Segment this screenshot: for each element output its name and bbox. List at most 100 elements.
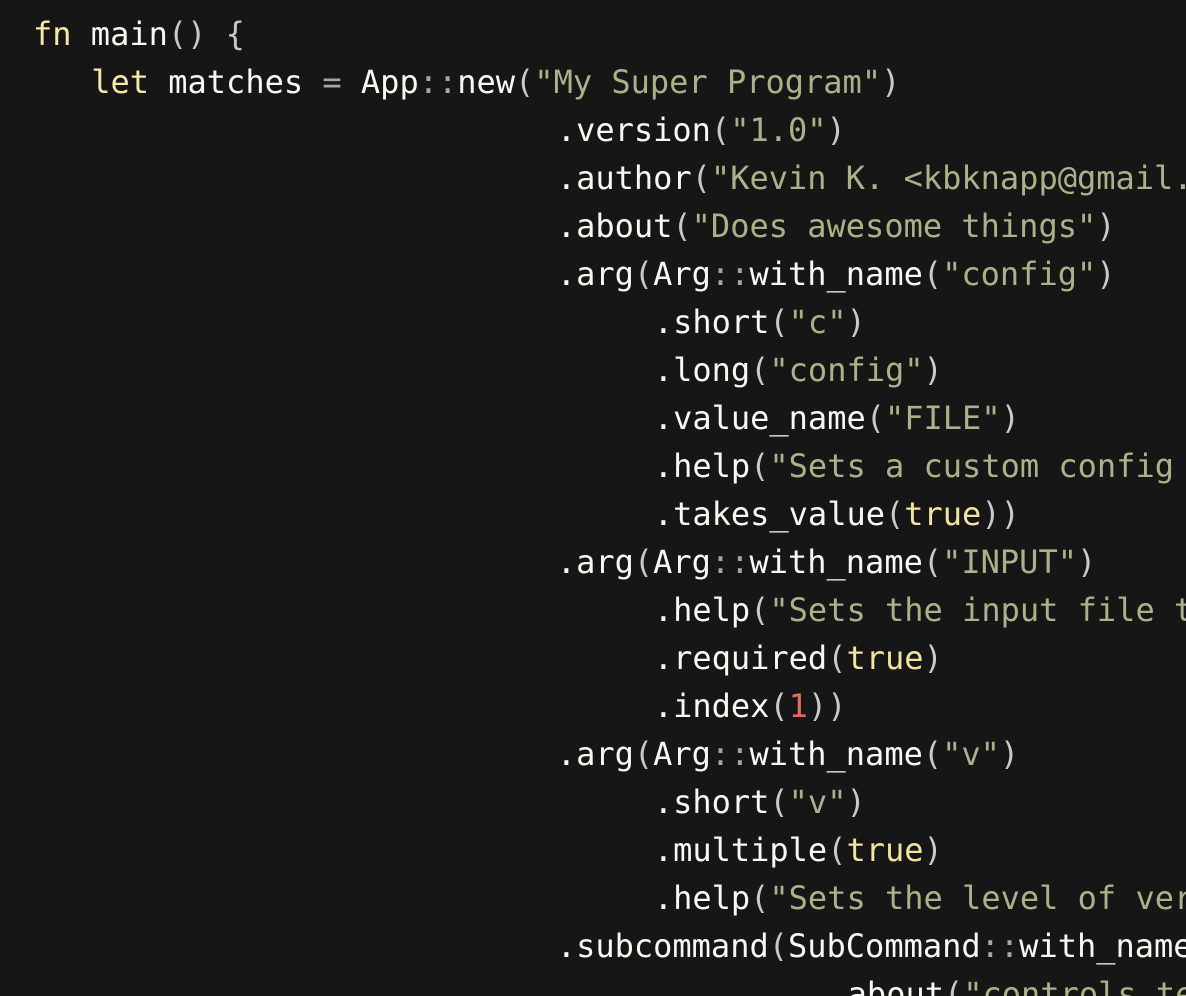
code-line: .arg(Arg::with_name("v") [557, 730, 1019, 778]
boolean-token: true [904, 495, 982, 533]
punctuation-token: ) [1076, 543, 1097, 581]
string-token: "INPUT" [942, 543, 1077, 581]
identifier-token: App [341, 63, 419, 101]
code-line: .arg(Arg::with_name("INPUT") [557, 538, 1096, 586]
punctuation-token: ( [515, 63, 535, 101]
identifier-token: with_name [749, 543, 923, 581]
string-token: "v" [788, 783, 847, 821]
identifier-token: .arg [556, 543, 634, 581]
identifier-token: .value_name [653, 399, 866, 437]
identifier-token: .about [828, 975, 944, 996]
punctuation-token: ( [769, 303, 789, 341]
identifier-token: .about [556, 207, 673, 245]
code-line: .short("c") [654, 298, 866, 346]
punctuation-token: ( [884, 495, 905, 533]
punctuation-token: ( [750, 351, 770, 389]
boolean-token: true [846, 639, 924, 677]
punctuation-token: ( [750, 879, 770, 917]
identifier-token: with_name [1019, 927, 1186, 965]
punctuation-token: ( [922, 735, 943, 773]
code-line: .help("Sets the level of verb [654, 874, 1186, 922]
punctuation-token: ) [923, 351, 943, 389]
punctuation-token: ( [769, 687, 789, 725]
identifier-token: with_name [749, 255, 923, 293]
punctuation-token: ( [750, 447, 770, 485]
punctuation-token: ( [633, 255, 654, 293]
string-token: "Sets the level of verb [769, 879, 1186, 917]
string-token: "Does awesome things" [691, 207, 1097, 245]
code-line: .index(1)) [654, 682, 847, 730]
operator-token: :: [980, 927, 1020, 965]
punctuation-token: ( [633, 543, 654, 581]
code-line: .about("controls testi [828, 970, 1186, 996]
identifier-token: .long [653, 351, 751, 389]
identifier-token: .index [653, 687, 770, 725]
identifier-token: .help [653, 591, 751, 629]
punctuation-token: ) [923, 639, 943, 677]
string-token: "1.0" [730, 111, 827, 149]
punctuation-token: ( [691, 159, 711, 197]
identifier-token: .version [556, 111, 711, 149]
code-line: .author("Kevin K. <kbknapp@gmail.c [557, 154, 1186, 202]
identifier-token: new [457, 63, 516, 101]
operator-token: = [322, 63, 342, 101]
punctuation-token: () { [167, 15, 245, 53]
identifier-token: .takes_value [653, 495, 885, 533]
identifier-token: .subcommand [556, 927, 769, 965]
string-token: "controls testi [963, 975, 1186, 996]
punctuation-token: ( [922, 543, 943, 581]
boolean-token: true [846, 831, 924, 869]
punctuation-token: ) [826, 111, 846, 149]
punctuation-token: ) [1096, 207, 1116, 245]
punctuation-token: ( [827, 831, 847, 869]
punctuation-token: ) [881, 63, 901, 101]
punctuation-token: ( [750, 591, 770, 629]
punctuation-token: ) [999, 735, 1020, 773]
punctuation-token: ) [1096, 255, 1116, 293]
punctuation-token: ( [827, 639, 847, 677]
code-line: .about("Does awesome things") [557, 202, 1116, 250]
identifier-token: .multiple [653, 831, 828, 869]
string-token: "My Super Program" [534, 63, 882, 101]
identifier-token: matches [148, 63, 323, 101]
identifier-token: .short [653, 783, 770, 821]
punctuation-token: ) [846, 783, 866, 821]
number-token: 1 [788, 687, 808, 725]
string-token: "v" [942, 735, 1000, 773]
string-token: "config" [942, 255, 1097, 293]
code-line: .value_name("FILE") [654, 394, 1020, 442]
identifier-token: .short [653, 303, 770, 341]
code-line: .required(true) [654, 634, 943, 682]
keyword-token: let [91, 63, 149, 101]
punctuation-token: ( [922, 255, 943, 293]
operator-token: :: [418, 63, 458, 101]
punctuation-token: )) [981, 495, 1020, 533]
identifier-token: .arg [556, 735, 634, 773]
identifier-token: .author [556, 159, 692, 197]
code-line: .takes_value(true)) [654, 490, 1020, 538]
operator-token: :: [710, 255, 750, 293]
code-line: .version("1.0") [557, 106, 846, 154]
punctuation-token: ( [769, 783, 789, 821]
punctuation-token: ) [923, 831, 943, 869]
code-line: .multiple(true) [654, 826, 943, 874]
identifier-token: .help [653, 879, 751, 917]
punctuation-token: ( [710, 111, 731, 149]
punctuation-token: ( [672, 207, 692, 245]
operator-token: :: [710, 543, 750, 581]
identifier-token: with_name [749, 735, 923, 773]
code-line: .arg(Arg::with_name("config") [557, 250, 1116, 298]
identifier-token: .required [653, 639, 828, 677]
string-token: "Sets the input file to [769, 591, 1186, 629]
code-line: .long("config") [654, 346, 943, 394]
identifier-token: Arg [653, 735, 711, 773]
string-token: "c" [788, 303, 847, 341]
identifier-token: Arg [653, 543, 711, 581]
code-editor[interactable]: fn main() {let matches = App::new("My Su… [0, 0, 1186, 996]
keyword-token: fn [33, 15, 72, 53]
punctuation-token: ) [846, 303, 866, 341]
code-line: fn main() { [33, 10, 245, 58]
punctuation-token: ( [865, 399, 885, 437]
code-line: let matches = App::new("My Super Program… [91, 58, 900, 106]
identifier-token: Arg [653, 255, 711, 293]
